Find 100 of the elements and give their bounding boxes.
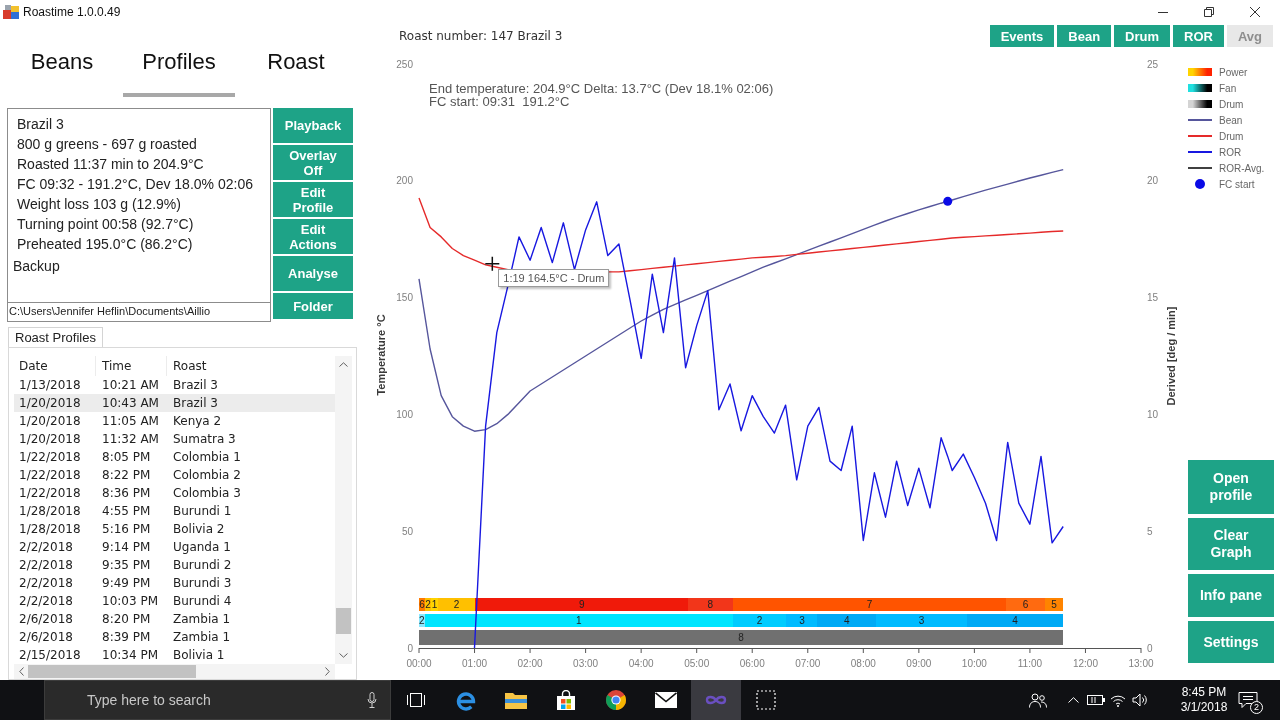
table-row[interactable]: 1/28/2018 5:16 PM Bolivia 2 [14,520,335,538]
table-cell-text: 2/15/2018 [18,647,82,664]
table-row[interactable]: 1/22/2018 8:05 PM Colombia 1 [14,448,335,466]
profile-info-line: Turning point 00:58 (92.7°C) [17,215,194,234]
vertical-scrollbar[interactable] [335,356,352,664]
minimize-icon[interactable] [1158,11,1168,13]
envelope-icon[interactable] [655,692,677,708]
axis-tick-label: 08:00 [850,658,876,669]
legend-label: Drum [1219,98,1244,110]
table-row[interactable]: 1/13/2018 10:21 AM Brazil 3 [14,376,335,394]
scroll-down-icon[interactable] [339,653,348,658]
table-cell-text: 1/28/2018 [18,503,82,520]
crosshair-cursor-icon [484,256,501,272]
table-row[interactable]: 2/15/2018 10:34 PM Bolivia 1 [14,646,335,664]
path-field[interactable]: C:\Users\Jennifer Heflin\Documents\Aillio [7,303,271,322]
tab[interactable]: Roast [240,30,352,97]
clock-date[interactable]: 3/1/2018 [1180,700,1228,715]
table-row[interactable]: 1/22/2018 8:36 PM Colombia 3 [14,484,335,502]
scrollbar-thumb[interactable] [28,665,196,678]
table-cell-text: Brazil 3 [172,377,219,394]
scroll-up-icon[interactable] [339,362,348,367]
table-cell-text: Brazil 3 [172,395,219,412]
axis-tick-label: 11:00 [1017,658,1043,669]
legend-label: ROR-Avg. [1219,162,1265,174]
axis-tick-label: 13:00 [1128,658,1154,669]
profile-info-line: 800 g greens - 697 g roasted [17,135,197,154]
close-icon[interactable] [1250,7,1260,17]
round-logo-icon[interactable] [605,689,627,711]
setting-segment: 1 [431,598,438,611]
setting-segment: 2 [437,598,476,611]
axis-title: Temperature °C [375,314,387,396]
table-cell-text: 9:35 PM [101,557,152,574]
restore-icon[interactable] [1204,7,1214,17]
dashed-square-icon[interactable] [756,690,776,710]
scrollbar-thumb[interactable] [336,608,351,634]
table-cell-text: 2/6/2018 [18,629,74,646]
clock-time[interactable]: 8:45 PM [1181,685,1227,700]
speaker-icon[interactable] [1132,693,1148,707]
notification-badge: 2 [1250,701,1263,714]
backup-text: Backup [13,257,60,276]
notification-icon[interactable] [1238,691,1258,709]
chevron-up-icon[interactable] [1067,697,1079,703]
profile-info-line: Roasted 11:37 min to 204.9°C [17,155,204,174]
table-cell-text: 1/13/2018 [18,377,82,394]
table-cell-text: Kenya 2 [172,413,223,430]
table-cell-text: 1/22/2018 [18,449,82,466]
axis-tick-label: 02:00 [517,658,543,669]
tooltip: 1:19 164.5°C - Drum [498,268,610,287]
legend-label: Drum [1219,130,1244,142]
legend-label: FC start [1219,178,1255,190]
table-row[interactable]: 2/2/2018 9:35 PM Burundi 2 [14,556,335,574]
setting-segment: 6 [419,598,426,611]
horizontal-scrollbar[interactable] [14,664,335,679]
axis-tick-label: 25 [1147,58,1159,70]
browser-icon[interactable] [455,689,477,711]
folder-icon[interactable] [505,691,527,709]
column-header[interactable]: Roast [167,356,335,376]
column-header[interactable]: Time [96,356,167,376]
table-row[interactable]: 1/22/2018 8:22 PM Colombia 2 [14,466,335,484]
table-cell-text: 1/22/2018 [18,485,82,502]
wifi-icon[interactable] [1110,693,1126,707]
people-icon[interactable] [1029,692,1047,708]
shopping-bag-icon[interactable] [556,690,576,710]
axis-tick-label: 00:00 [406,658,432,669]
table-cell-text: Colombia 3 [172,485,242,502]
battery-icon[interactable] [1087,695,1105,705]
table-cell-text: Bolivia 1 [172,647,226,664]
tab[interactable]: Beans [6,30,118,97]
scroll-left-icon[interactable] [19,667,24,676]
microphone-icon[interactable] [367,692,377,708]
profile-info-line: Preheated 195.0°C (86.2°C) [17,235,193,254]
axis-tick-label: 09:00 [906,658,932,669]
tab[interactable]: Profiles [123,30,235,97]
setting-segment: 6 [1006,598,1045,611]
table-cell-text: 2/2/2018 [18,593,74,610]
table-row[interactable]: 1/28/2018 4:55 PM Burundi 1 [14,502,335,520]
table-cell-text: 1/28/2018 [18,521,82,538]
axis-tick-label: 10 [1147,408,1159,420]
setting-segment: 4 [817,614,877,627]
axis-tick-label: 06:00 [739,658,765,669]
search-field[interactable]: Type here to search [44,680,391,720]
table-cell-text: Burundi 2 [172,557,233,574]
table-cell-text: Sumatra 3 [172,431,237,448]
table-row[interactable]: 2/2/2018 10:03 PM Burundi 4 [14,592,335,610]
table-row[interactable]: 2/6/2018 8:20 PM Zambia 1 [14,610,335,628]
setting-segment: 4 [966,614,1064,627]
axis-tick-label: 50 [401,525,413,537]
table-cell-text: Colombia 2 [172,467,242,484]
task-view-icon[interactable] [406,692,426,708]
table-row[interactable]: 2/2/2018 9:49 PM Burundi 3 [14,574,335,592]
table-cell-text: 4:55 PM [101,503,152,520]
table-row[interactable]: 1/20/2018 11:05 AM Kenya 2 [14,412,335,430]
table-row[interactable]: 1/20/2018 11:32 AM Sumatra 3 [14,430,335,448]
table-row[interactable]: 1/20/2018 10:43 AM Brazil 3 [14,394,335,412]
scroll-right-icon[interactable] [325,667,330,676]
table-row[interactable]: 2/6/2018 8:39 PM Zambia 1 [14,628,335,646]
table-row[interactable]: 2/2/2018 9:14 PM Uganda 1 [14,538,335,556]
column-header[interactable]: Date [14,356,96,376]
group-tab[interactable]: Roast Profiles [8,327,103,347]
legend-label: ROR [1219,146,1242,158]
